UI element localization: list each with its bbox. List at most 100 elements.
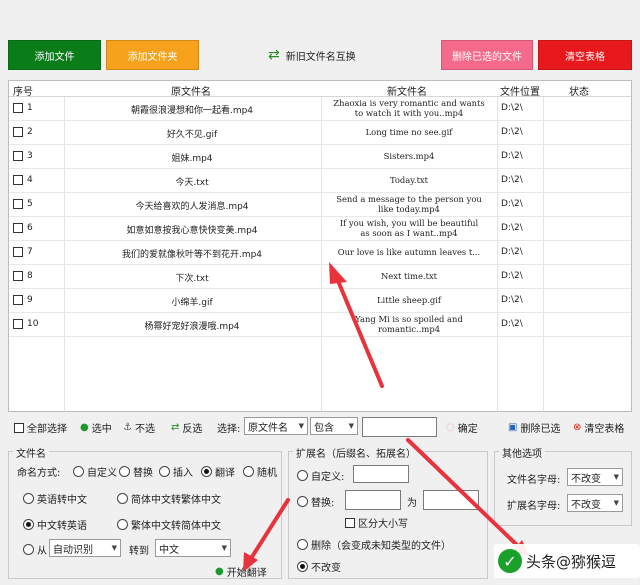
row-index: 1: [27, 103, 33, 113]
radio-ext-no-change[interactable]: 不改变: [297, 559, 341, 574]
ext-case-select[interactable]: 不改变 ▼: [567, 494, 623, 512]
case-sensitive-label: 区分大小写: [358, 519, 408, 530]
clear-table-label: 清空表格: [565, 51, 605, 63]
from-language-select[interactable]: 自动识别 ▼: [49, 539, 121, 557]
radio-indicator: [297, 539, 308, 550]
ext-replace-to-input[interactable]: [423, 490, 479, 510]
row-checkbox[interactable]: [13, 151, 23, 161]
radio-ext-custom[interactable]: 自定义:: [297, 468, 344, 483]
table-row[interactable]: 5 今天给喜欢的人发消息.mp4 Send a message to the p…: [9, 193, 631, 217]
new-name-line: Zhaoxia is very romantic and wants: [333, 98, 485, 108]
row-new-name: Long time no see.gif: [365, 127, 453, 137]
confirm-icon: ◌: [446, 422, 455, 433]
case-sensitive-checkbox[interactable]: 区分大小写: [345, 515, 408, 530]
row-checkbox[interactable]: [13, 223, 23, 233]
from-language-value: 自动识别: [53, 544, 93, 556]
row-checkbox[interactable]: [13, 175, 23, 185]
radio-ext-delete[interactable]: 删除（会变成未知类型的文件）: [297, 537, 451, 552]
start-translate-button[interactable]: ● 开始翻译: [215, 564, 267, 579]
radio-random[interactable]: 随机: [243, 464, 277, 479]
radio-indicator: [297, 496, 308, 507]
row-new-name: Next time.txt: [380, 271, 438, 281]
row-original-name: 今天给喜欢的人发消息.mp4: [135, 202, 249, 212]
new-name-line: to watch it with you..mp4: [354, 108, 464, 118]
table-row[interactable]: 3 姐妹.mp4 Sisters.mp4 D:\2\: [9, 145, 631, 169]
match-select[interactable]: 包含 ▼: [310, 417, 358, 435]
row-new-name: Our love is like autumn leaves t...: [337, 247, 481, 257]
row-checkbox[interactable]: [13, 199, 23, 209]
new-name-line: romantic..mp4: [377, 324, 441, 334]
check-circle-icon: ●: [80, 422, 89, 433]
table-row[interactable]: 9 小绵羊.gif Little sheep.gif D:\2\: [9, 289, 631, 313]
row-checkbox[interactable]: [13, 127, 23, 137]
radio-insert[interactable]: 插入: [159, 464, 193, 479]
header-location: 文件位置: [500, 87, 540, 98]
table-row[interactable]: 1 朝霞很浪漫想和你一起看.mp4 Zhaoxia is very romant…: [9, 97, 631, 121]
row-index: 3: [27, 151, 33, 161]
watermark: ✓ 头条@猕猴逗: [494, 544, 640, 578]
swap-names-button[interactable]: ⇄ 新旧文件名互换: [268, 44, 368, 66]
row-original-name: 我们的爱就像秋叶等不到花开.mp4: [121, 250, 263, 260]
clear-table-button[interactable]: 清空表格: [538, 40, 632, 70]
filename-case-value: 不改变: [571, 473, 601, 485]
radio-custom-label: 自定义: [87, 468, 117, 479]
radio-indicator: [159, 466, 170, 477]
delete-selected-files-button[interactable]: 删除已选的文件: [441, 40, 533, 70]
radio-translate[interactable]: 翻译: [201, 464, 235, 479]
to-language-select[interactable]: 中文 ▼: [155, 539, 231, 557]
table-row[interactable]: 2 好久不见.gif Long time no see.gif D:\2\: [9, 121, 631, 145]
swap-icon: ⇄: [268, 47, 280, 63]
anchor-icon: ⚓: [123, 422, 132, 433]
row-checkbox[interactable]: [13, 271, 23, 281]
table-row[interactable]: 8 下次.txt Next time.txt D:\2\: [9, 265, 631, 289]
radio-custom[interactable]: 自定义: [73, 464, 117, 479]
radio-simp-to-trad[interactable]: 简体中文转繁体中文: [117, 491, 221, 506]
chevron-down-icon: ▼: [613, 499, 619, 507]
add-folder-button[interactable]: 添加文件夹: [106, 40, 199, 70]
filename-case-label: 文件名字母:: [507, 475, 561, 486]
table-row[interactable]: 7 我们的爱就像秋叶等不到花开.mp4 Our love is like aut…: [9, 241, 631, 265]
table-row[interactable]: 10 杨幂好宠好浪漫哦.mp4 Yang Mi is so spoiled an…: [9, 313, 631, 337]
deselect-button[interactable]: ⚓ 不选: [123, 420, 155, 435]
clear-table-small-button[interactable]: ⊗ 清空表格: [573, 420, 624, 435]
table-row[interactable]: 4 今天.txt Today.txt D:\2\: [9, 169, 631, 193]
filter-text-input[interactable]: [362, 417, 437, 437]
row-index: 2: [27, 127, 33, 137]
radio-en-to-zh[interactable]: 英语转中文: [23, 491, 87, 506]
confirm-button[interactable]: ◌ 确定: [446, 420, 478, 435]
radio-indicator: [243, 466, 254, 477]
selection-bar: 全部选择 ● 选中 ⚓ 不选 ⇄ 反选 选择: 原文件名 ▼ 包含 ▼ ◌ 确定 ▣ 删除已选…: [8, 416, 632, 438]
invert-label: 反选: [182, 424, 203, 435]
field-select[interactable]: 原文件名 ▼: [244, 417, 308, 435]
row-checkbox[interactable]: [13, 247, 23, 257]
radio-from[interactable]: 从: [23, 542, 47, 557]
table-row[interactable]: 6 如意如意按我心意快快变美.mp4 If you wish, you will…: [9, 217, 631, 241]
radio-zh-to-en[interactable]: 中文转英语: [23, 517, 87, 532]
select-button[interactable]: ● 选中: [80, 420, 112, 435]
ext-custom-input[interactable]: [353, 465, 409, 483]
radio-indicator: [201, 466, 212, 477]
radio-ext-no-change-label: 不改变: [311, 563, 341, 574]
row-checkbox[interactable]: [13, 295, 23, 305]
select-label: 选中: [91, 424, 112, 435]
row-checkbox[interactable]: [13, 319, 23, 329]
delete-icon: ▣: [508, 422, 518, 433]
select-all-checkbox[interactable]: 全部选择: [14, 420, 67, 435]
new-name-line: as soon as I want..mp4: [360, 228, 458, 238]
radio-ext-replace[interactable]: 替换:: [297, 494, 334, 509]
radio-replace[interactable]: 替换: [119, 464, 153, 479]
filename-case-select[interactable]: 不改变 ▼: [567, 468, 623, 486]
delete-selected-button[interactable]: ▣ 删除已选: [508, 420, 560, 435]
invert-button[interactable]: ⇄ 反选: [171, 420, 202, 435]
ext-replace-from-input[interactable]: [345, 490, 401, 510]
field-select-value: 原文件名: [248, 422, 288, 434]
radio-random-label: 随机: [257, 468, 277, 479]
row-location: D:\2\: [501, 295, 523, 305]
match-select-value: 包含: [314, 422, 334, 434]
header-original-name: 原文件名: [171, 87, 211, 98]
radio-trad-to-simp[interactable]: 繁体中文转简体中文: [117, 517, 221, 532]
row-checkbox[interactable]: [13, 103, 23, 113]
row-index: 9: [27, 295, 33, 305]
add-file-button[interactable]: 添加文件: [8, 40, 101, 70]
chevron-down-icon: ▼: [298, 422, 304, 430]
